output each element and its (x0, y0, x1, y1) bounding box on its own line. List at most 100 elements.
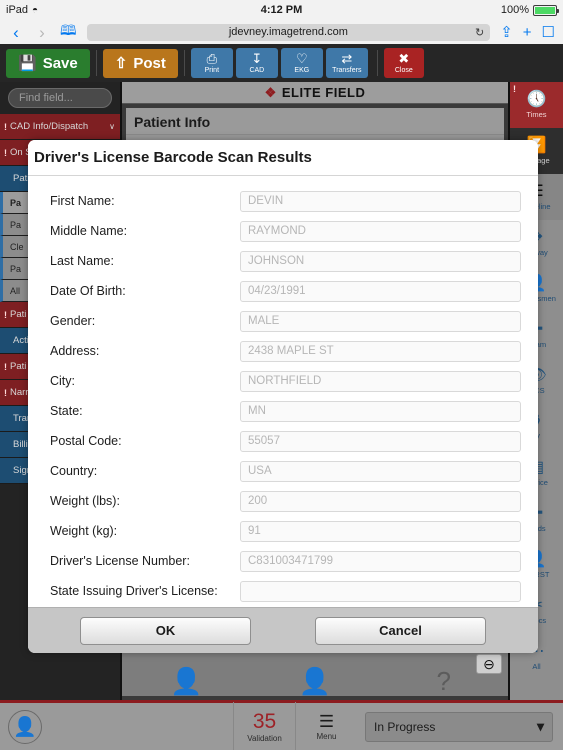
alert-icon: ! (4, 361, 7, 372)
app-title-bar: ❖ ELITE FIELD (122, 82, 508, 104)
battery-percent-label: 100% (500, 4, 529, 16)
field-label: Middle Name: (50, 224, 128, 238)
plus-icon[interactable]: + (523, 24, 532, 41)
rail-item-label: Times (526, 110, 547, 119)
close-button-label: Close (394, 66, 413, 74)
field-label: First Name: (50, 194, 115, 208)
person-selector-row: 👤 👤 ? ⊖ (122, 652, 508, 696)
rail-item-times[interactable]: ! 🕔 Times (510, 82, 563, 128)
field-label: Weight (kg): (50, 524, 118, 538)
field-label: Date Of Birth: (50, 284, 126, 298)
close-button[interactable]: ✖ Close (383, 48, 424, 78)
field-row-postal-code: Postal Code: 55057 (42, 426, 524, 456)
field-row-date-of-birth: Date Of Birth: 04/23/1991 (42, 276, 524, 306)
sidebar-item-label: Pati (13, 173, 30, 184)
first-name-input[interactable]: DEVIN (240, 190, 521, 212)
ok-button[interactable]: OK (80, 616, 251, 645)
cad-button[interactable]: ↧ CAD (235, 48, 278, 78)
alert-icon: ! (4, 121, 7, 132)
menu-label: Menu (316, 732, 337, 741)
field-row-gender: Gender: MALE (42, 306, 524, 336)
field-row-state: State: MN (42, 396, 524, 426)
status-bar-right: 100% (500, 4, 559, 16)
chevron-down-icon: ∨ (109, 122, 115, 131)
sidebar-item-label: Narr (10, 387, 29, 398)
person-icon[interactable]: 👤 (251, 666, 380, 696)
field-label: Driver's License Number: (50, 554, 190, 568)
state-input[interactable]: MN (240, 400, 521, 422)
transfers-button-label: Transfers (332, 66, 362, 74)
elite-logo-icon: ❖ (264, 84, 277, 100)
post-button[interactable]: ⇧ Post (102, 48, 178, 78)
date-of-birth-input[interactable]: 04/23/1991 (240, 280, 521, 302)
dialog-body: First Name: DEVIN Middle Name: RAYMOND L… (28, 176, 538, 607)
book-icon[interactable]: 🕮 (60, 20, 77, 44)
state-issuing-input[interactable] (240, 580, 521, 602)
battery-icon (533, 4, 559, 16)
field-label: Postal Code: (50, 434, 122, 448)
field-label: State Issuing Driver's License: (50, 584, 218, 598)
app-title: ELITE FIELD (281, 85, 366, 100)
ios-status-bar: iPad ◓ 4:12 PM 100% (0, 0, 563, 20)
app-root: iPad ◓ 4:12 PM 100% ‹ › 🕮 jdevney.imaget… (0, 0, 563, 750)
validation-button[interactable]: 35 Validation (233, 701, 295, 750)
field-label: Weight (lbs): (50, 494, 120, 508)
tabs-icon[interactable]: ☐ (542, 23, 555, 41)
alert-icon: ! (4, 147, 7, 158)
minus-circle-icon[interactable]: ⊖ (476, 654, 502, 674)
person-icon[interactable]: 👤 (122, 666, 251, 696)
chevron-left-icon[interactable]: ‹ (8, 24, 24, 41)
alert-icon: ! (513, 84, 516, 94)
address-input[interactable]: 2438 MAPLE ST (240, 340, 521, 362)
transfer-arrows-icon: ⇄ (341, 50, 353, 66)
field-label: City: (50, 374, 75, 388)
barcode-scan-results-dialog: Driver's License Barcode Scan Results Fi… (28, 140, 538, 653)
field-label: Gender: (50, 314, 96, 328)
clock-icon: 🕔 (526, 91, 547, 108)
field-label: Address: (50, 344, 100, 358)
app-toolbar: 💾 Save ⇧ Post ⎙ Print ↧ CAD ♡ EKG ⇄ Tran… (0, 44, 563, 82)
chevron-right-icon[interactable]: › (34, 24, 50, 41)
middle-name-input[interactable]: RAYMOND (240, 220, 521, 242)
ekg-button[interactable]: ♡ EKG (280, 48, 323, 78)
status-select[interactable]: In Progress ▾ (365, 711, 553, 742)
sidebar-item-cad-info[interactable]: ! CAD Info/Dispatch ∨ (0, 114, 120, 140)
menu-button[interactable]: ☰ Menu (295, 701, 357, 750)
last-name-input[interactable]: JOHNSON (240, 250, 521, 272)
share-icon[interactable]: ⇪ (500, 23, 513, 41)
country-input[interactable]: USA (240, 460, 521, 482)
url-bar[interactable]: jdevney.imagetrend.com ↻ (86, 23, 491, 41)
alert-icon: ! (4, 387, 7, 398)
field-row-last-name: Last Name: JOHNSON (42, 246, 524, 276)
cancel-button[interactable]: Cancel (315, 616, 486, 645)
save-button[interactable]: 💾 Save (6, 48, 90, 78)
weight-kg-input[interactable]: 91 (240, 520, 521, 542)
license-number-input[interactable]: C831003471799 (240, 550, 521, 572)
gender-input[interactable]: MALE (240, 310, 521, 332)
postal-code-input[interactable]: 55057 (240, 430, 521, 452)
list-icon: ☰ (318, 712, 335, 731)
status-select-value: In Progress (374, 719, 436, 734)
sidebar-item-label: CAD Info/Dispatch (10, 121, 89, 132)
page-title: Patient Info (126, 108, 504, 135)
field-row-weight-lbs: Weight (lbs): 200 (42, 486, 524, 516)
avatar[interactable]: 👤 (8, 709, 42, 744)
floppy-disk-icon: 💾 (18, 55, 37, 72)
reload-icon[interactable]: ↻ (475, 26, 484, 39)
sidebar-item-label: Pati (10, 361, 27, 372)
find-field-input[interactable]: Find field... (8, 88, 112, 108)
ekg-button-label: EKG (294, 66, 310, 74)
print-button-label: Print (204, 66, 220, 74)
city-input[interactable]: NORTHFIELD (240, 370, 521, 392)
transfers-button[interactable]: ⇄ Transfers (325, 48, 368, 78)
weight-lbs-input[interactable]: 200 (240, 490, 521, 512)
bottom-bar: 👤 35 Validation ☰ Menu In Progress ▾ (0, 700, 563, 750)
field-row-city: City: NORTHFIELD (42, 366, 524, 396)
upload-icon: ⇧ (114, 55, 128, 72)
chevron-down-icon: ▾ (536, 718, 544, 734)
field-row-middle-name: Middle Name: RAYMOND (42, 216, 524, 246)
rail-item-label: All (532, 662, 541, 671)
print-button[interactable]: ⎙ Print (190, 48, 233, 78)
sidebar-item-label: Pati (10, 309, 27, 320)
toolbar-divider (183, 50, 185, 76)
